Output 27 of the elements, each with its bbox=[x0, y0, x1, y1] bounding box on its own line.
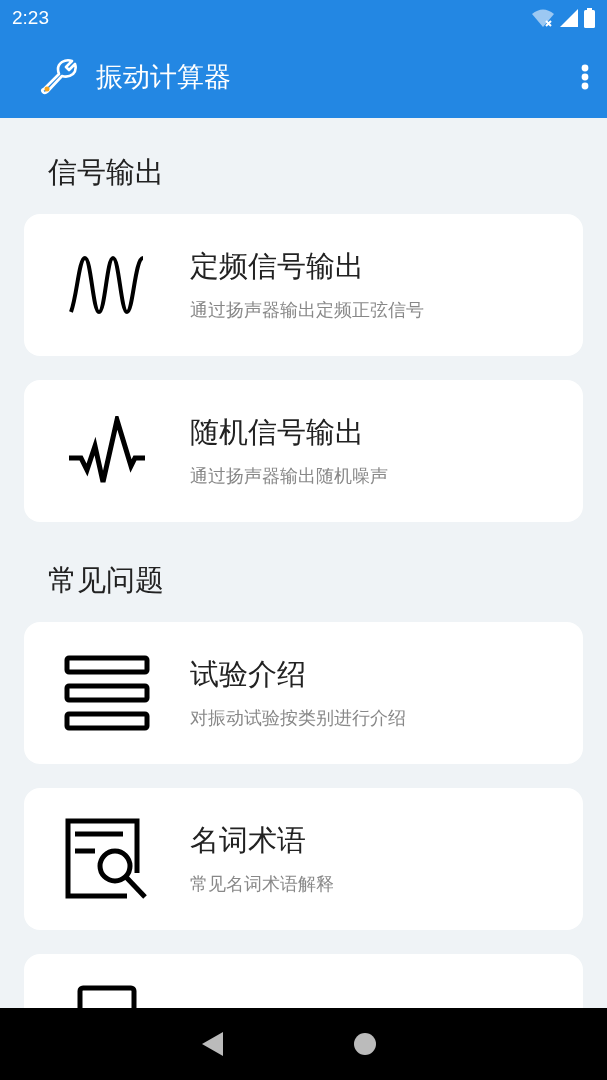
signal-icon bbox=[560, 9, 578, 27]
pulse-wave-icon bbox=[69, 416, 145, 486]
card-title: 试验介绍 bbox=[190, 656, 307, 692]
menu-card[interactable]: 试验介绍 对振动试验按类别进行介绍 bbox=[24, 622, 583, 764]
back-icon[interactable] bbox=[201, 1032, 224, 1056]
more-menu-icon[interactable] bbox=[581, 64, 589, 90]
home-icon[interactable] bbox=[353, 1033, 376, 1055]
card-subtitle: 常见名词术语解释 bbox=[190, 872, 334, 896]
section-title: 信号输出 bbox=[47, 154, 165, 191]
battery-icon bbox=[584, 8, 595, 28]
menu-card[interactable]: 定频信号输出 通过扬声器输出定频正弦信号 bbox=[24, 214, 583, 356]
card-subtitle: 通过扬声器输出定频正弦信号 bbox=[190, 298, 424, 322]
card-title: 名词术语 bbox=[190, 822, 307, 858]
status-time: 2:23 bbox=[12, 7, 49, 29]
list-icon bbox=[64, 655, 150, 731]
menu-card[interactable]: 名词术语 常见名词术语解释 bbox=[24, 788, 583, 930]
app-title: 振动计算器 bbox=[96, 60, 232, 94]
card-title: 随机信号输出 bbox=[190, 414, 365, 450]
document-search-icon bbox=[65, 818, 149, 900]
menu-card[interactable]: 随机信号输出 通过扬声器输出随机噪声 bbox=[24, 380, 583, 522]
sine-wave-icon bbox=[69, 256, 145, 314]
wifi-off-icon bbox=[532, 9, 554, 27]
card-title: 定频信号输出 bbox=[190, 248, 365, 284]
section-title: 常见问题 bbox=[47, 562, 165, 599]
wrench-icon bbox=[40, 58, 78, 96]
card-subtitle: 对振动试验按类别进行介绍 bbox=[190, 706, 406, 730]
card-subtitle: 通过扬声器输出随机噪声 bbox=[190, 464, 388, 488]
